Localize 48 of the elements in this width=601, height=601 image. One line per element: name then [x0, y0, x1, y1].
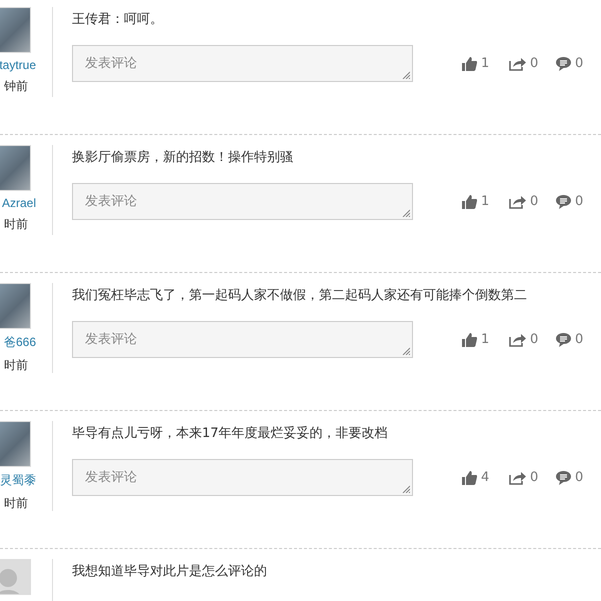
- resize-grip-icon[interactable]: [402, 209, 410, 217]
- share-count: 0: [530, 470, 538, 485]
- like-count: 1: [481, 332, 490, 347]
- comment-input[interactable]: 发表评论: [83, 331, 402, 348]
- username-link[interactable]: 爸666: [4, 334, 36, 351]
- comment-text: 我想知道毕导对此片是怎么评论的: [72, 563, 268, 580]
- comment-text: 换影厅偷票房，新的招数！操作特别骚: [72, 149, 294, 166]
- comment-input-field[interactable]: 发表评论: [72, 183, 413, 220]
- post-time: 时前: [4, 357, 28, 374]
- comment-input-field[interactable]: 发表评论: [72, 459, 413, 496]
- thumbs-up-icon[interactable]: [462, 194, 477, 208]
- thumbs-up-icon[interactable]: [462, 332, 477, 346]
- reply-count: 0: [575, 194, 584, 209]
- share-count: 0: [530, 332, 538, 347]
- reply-count: 0: [575, 470, 584, 485]
- comment-input[interactable]: 发表评论: [83, 469, 402, 486]
- speech-bubble-icon[interactable]: [556, 332, 571, 346]
- resize-grip-icon[interactable]: [402, 485, 410, 493]
- share-count: 0: [530, 56, 538, 71]
- speech-bubble-icon[interactable]: [556, 470, 571, 484]
- speech-bubble-icon[interactable]: [556, 56, 571, 70]
- post-time: 钟前: [4, 78, 28, 95]
- username-link[interactable]: 灵蜀黍: [0, 472, 36, 489]
- resize-grip-icon[interactable]: [402, 71, 410, 79]
- share-icon[interactable]: [509, 194, 526, 208]
- username-link[interactable]: Azrael: [2, 196, 36, 210]
- share-icon[interactable]: [509, 470, 526, 484]
- share-icon[interactable]: [509, 332, 526, 346]
- comment-text: 我们冤枉毕志飞了，第一起码人家不做假，第二起码人家还有可能捧个倒数第二: [72, 287, 528, 304]
- comment-input[interactable]: 发表评论: [83, 55, 402, 72]
- thumbs-up-icon[interactable]: [462, 56, 477, 70]
- post-time: 时前: [4, 216, 28, 233]
- comment-text: 王传君：呵呵。: [72, 11, 164, 28]
- like-count: 1: [481, 56, 490, 71]
- comment-input-field[interactable]: 发表评论: [72, 321, 413, 358]
- reply-count: 0: [575, 56, 584, 71]
- like-count: 1: [481, 194, 490, 209]
- share-icon[interactable]: [509, 56, 526, 70]
- reply-count: 0: [575, 332, 584, 347]
- like-count: 4: [481, 470, 490, 485]
- comment-input-field[interactable]: 发表评论: [72, 45, 413, 82]
- comment-text: 毕导有点儿亏呀，本来17年年度最烂妥妥的，非要改档: [72, 425, 389, 442]
- speech-bubble-icon[interactable]: [556, 194, 571, 208]
- comment-input[interactable]: 发表评论: [83, 193, 402, 210]
- post-time: 时前: [4, 495, 28, 512]
- share-count: 0: [530, 194, 538, 209]
- thumbs-up-icon[interactable]: [462, 470, 477, 484]
- resize-grip-icon[interactable]: [402, 347, 410, 355]
